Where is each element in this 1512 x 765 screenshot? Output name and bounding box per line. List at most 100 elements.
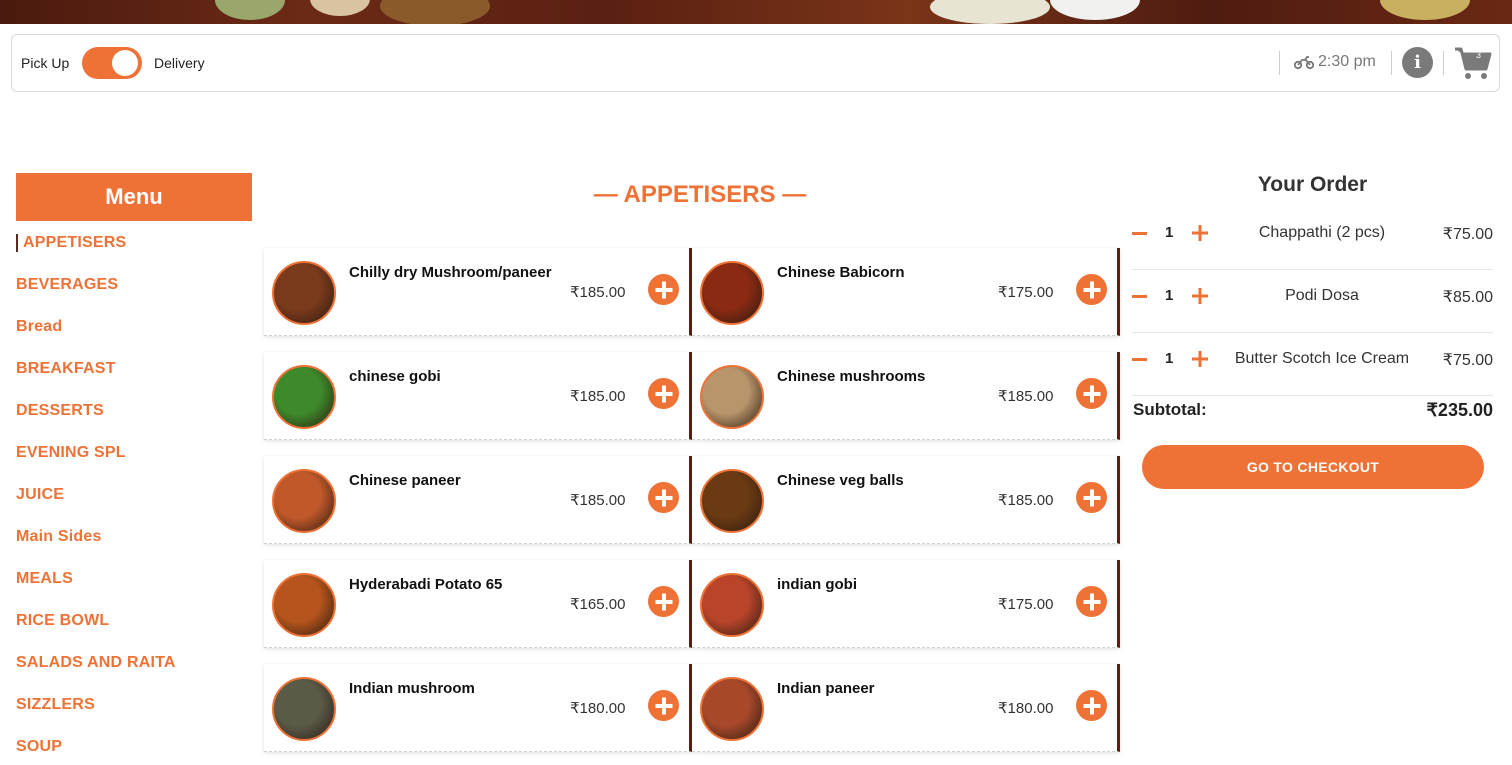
category-item[interactable]: APPETISERS <box>16 234 126 252</box>
item-name: Chinese veg balls <box>777 472 904 489</box>
cart-count-badge: 3 <box>1476 50 1482 60</box>
menu-item-card[interactable]: Chinese veg balls ₹185.00 <box>692 456 1120 544</box>
order-line: 1 Butter Scotch Ice Cream ₹75.00 <box>1132 333 1493 396</box>
item-image <box>700 365 764 429</box>
add-item-icon[interactable] <box>1076 274 1107 305</box>
item-image <box>272 261 336 325</box>
item-price: ₹185.00 <box>570 388 626 405</box>
motorbike-icon <box>1294 56 1314 69</box>
add-item-icon[interactable] <box>648 482 679 513</box>
item-image <box>272 573 336 637</box>
item-image <box>272 677 336 741</box>
item-image <box>272 365 336 429</box>
increase-qty-icon[interactable] <box>1192 288 1208 304</box>
toggle-knob <box>112 50 138 76</box>
category-item[interactable]: SALADS AND RAITA <box>16 654 176 672</box>
category-item[interactable]: JUICE <box>16 486 64 504</box>
item-image <box>700 469 764 533</box>
category-item[interactable]: Main Sides <box>16 528 102 546</box>
add-item-icon[interactable] <box>1076 378 1107 409</box>
item-price: ₹185.00 <box>998 492 1054 509</box>
cart-button[interactable]: 3 <box>1453 43 1493 83</box>
item-price: ₹165.00 <box>570 596 626 613</box>
menu-item-card[interactable]: Chinese Babicorn ₹175.00 <box>692 248 1120 336</box>
category-item[interactable]: SOUP <box>16 738 62 756</box>
menu-item-card[interactable]: Hyderabadi Potato 65 ₹165.00 <box>264 560 692 648</box>
menu-item-card[interactable]: Chinese paneer ₹185.00 <box>264 456 692 544</box>
divider <box>1279 51 1280 75</box>
line-qty: 1 <box>1165 287 1174 304</box>
decrease-qty-icon[interactable] <box>1132 295 1147 298</box>
item-price: ₹185.00 <box>570 284 626 301</box>
line-name: Chappathi (2 pcs) <box>1258 224 1386 241</box>
item-image <box>700 261 764 325</box>
item-image <box>700 677 764 741</box>
delivery-time-text: 2:30 pm <box>1318 53 1376 70</box>
line-qty: 1 <box>1165 224 1174 241</box>
item-price: ₹175.00 <box>998 284 1054 301</box>
item-price: ₹180.00 <box>570 700 626 717</box>
category-item[interactable]: SIZZLERS <box>16 696 95 714</box>
menu-item-card[interactable]: Chinese mushrooms ₹185.00 <box>692 352 1120 440</box>
hero-banner <box>0 0 1512 24</box>
line-price: ₹75.00 <box>1442 226 1493 243</box>
item-name: Chinese mushrooms <box>777 368 926 385</box>
item-name: chinese gobi <box>349 368 441 385</box>
pickup-label[interactable]: Pick Up <box>21 55 69 71</box>
increase-qty-icon[interactable] <box>1192 225 1208 241</box>
info-icon[interactable]: i <box>1402 47 1433 78</box>
menu-item-card[interactable]: indian gobi ₹175.00 <box>692 560 1120 648</box>
section-title: — APPETISERS — <box>593 181 807 208</box>
order-title: Your Order <box>1257 173 1368 196</box>
line-name: Butter Scotch Ice Cream <box>1234 350 1410 367</box>
add-item-icon[interactable] <box>1076 482 1107 513</box>
menu-item-card[interactable]: Indian mushroom ₹180.00 <box>264 664 692 752</box>
category-item[interactable]: DESSERTS <box>16 402 104 420</box>
menu-item-card[interactable]: Indian paneer ₹180.00 <box>692 664 1120 752</box>
delivery-time: 2:30 pm <box>1294 53 1376 71</box>
line-name: Podi Dosa <box>1285 287 1359 304</box>
pickup-delivery-toggle[interactable] <box>82 47 142 79</box>
order-mode-bar: Pick Up Delivery 2:30 pm i 3 <box>11 34 1500 92</box>
menu-item-card[interactable]: Chilly dry Mushroom/paneer ₹185.00 <box>264 248 692 336</box>
checkout-button[interactable]: GO TO CHECKOUT <box>1142 445 1484 489</box>
add-item-icon[interactable] <box>648 586 679 617</box>
item-price: ₹185.00 <box>570 492 626 509</box>
item-image <box>272 469 336 533</box>
add-item-icon[interactable] <box>648 274 679 305</box>
item-price: ₹185.00 <box>998 388 1054 405</box>
item-image <box>700 573 764 637</box>
category-item[interactable]: RICE BOWL <box>16 612 109 630</box>
decrease-qty-icon[interactable] <box>1132 358 1147 361</box>
category-item[interactable]: Bread <box>16 318 62 336</box>
divider <box>1391 51 1392 75</box>
delivery-label[interactable]: Delivery <box>154 55 205 71</box>
divider <box>1443 51 1444 75</box>
increase-qty-icon[interactable] <box>1192 351 1208 367</box>
menu-item-card[interactable]: chinese gobi ₹185.00 <box>264 352 692 440</box>
category-item[interactable]: EVENING SPL <box>16 444 126 462</box>
item-price: ₹180.00 <box>998 700 1054 717</box>
cart-icon <box>1455 47 1492 79</box>
add-item-icon[interactable] <box>1076 586 1107 617</box>
order-line: 1 Chappathi (2 pcs) ₹75.00 <box>1132 207 1493 270</box>
item-name: Hyderabadi Potato 65 <box>349 576 503 593</box>
item-name: Chinese paneer <box>349 472 461 489</box>
order-line: 1 Podi Dosa ₹85.00 <box>1132 270 1493 333</box>
decrease-qty-icon[interactable] <box>1132 232 1147 235</box>
item-price: ₹175.00 <box>998 596 1054 613</box>
line-qty: 1 <box>1165 350 1174 367</box>
add-item-icon[interactable] <box>1076 690 1107 721</box>
item-name: Indian mushroom <box>349 680 475 697</box>
category-item[interactable]: BEVERAGES <box>16 276 118 294</box>
add-item-icon[interactable] <box>648 690 679 721</box>
category-item[interactable]: BREAKFAST <box>16 360 116 378</box>
subtotal-label: Subtotal: <box>1133 400 1207 419</box>
subtotal-value: ₹235.00 <box>1426 400 1493 420</box>
item-name: indian gobi <box>777 576 857 593</box>
line-price: ₹85.00 <box>1442 289 1493 306</box>
add-item-icon[interactable] <box>648 378 679 409</box>
category-item[interactable]: MEALS <box>16 570 73 588</box>
menu-heading: Menu <box>16 173 252 221</box>
line-price: ₹75.00 <box>1442 352 1493 369</box>
